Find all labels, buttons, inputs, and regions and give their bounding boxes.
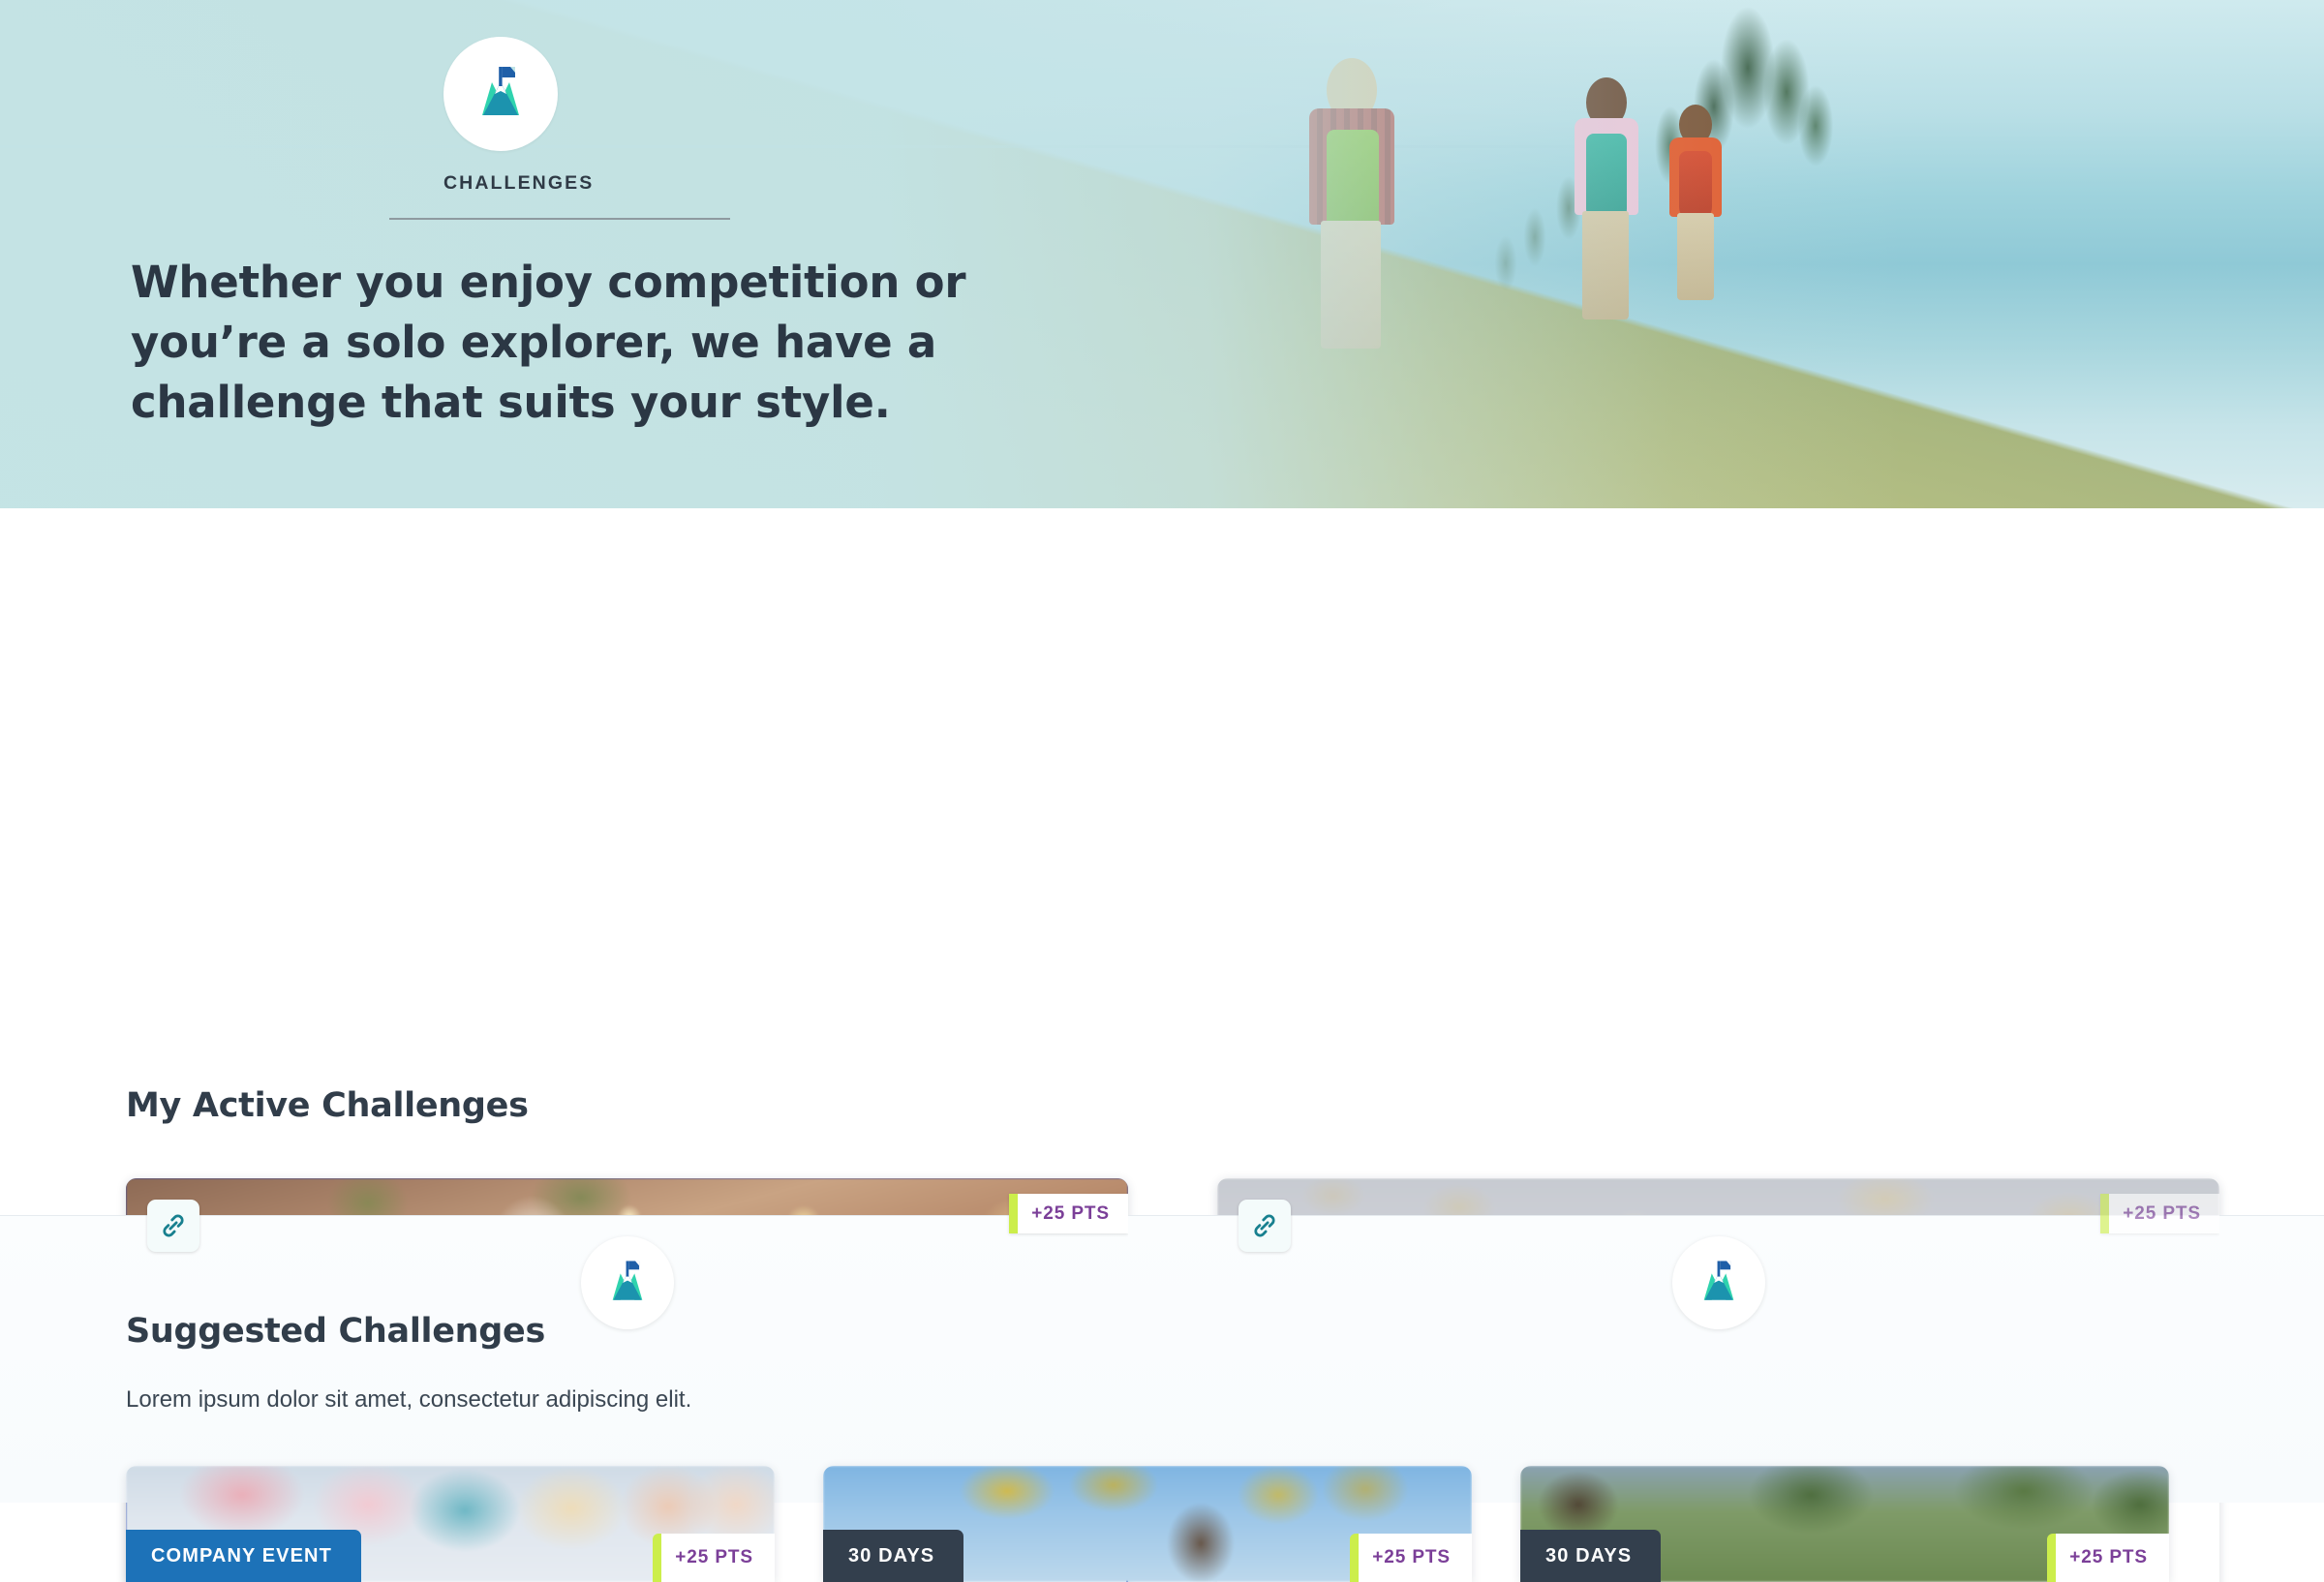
active-challenges-heading: My Active Challenges xyxy=(126,1086,529,1125)
hero-eyebrow-label: CHALLENGES xyxy=(443,172,595,194)
points-badge: +25 PTS xyxy=(1350,1534,1472,1582)
chain-link-icon xyxy=(163,1214,184,1237)
card-avatar xyxy=(1671,1236,1765,1329)
chain-link-icon xyxy=(1254,1214,1275,1237)
points-badge: +25 PTS xyxy=(1009,1194,1128,1233)
card-avatar xyxy=(580,1236,674,1329)
points-badge: +25 PTS xyxy=(2047,1534,2169,1582)
suggested-card[interactable]: 30 DAYS +25 PTS xyxy=(823,1466,1472,1582)
active-challenges-section: My Active Challenges +25 PTS +25 PTS xyxy=(0,508,2324,1582)
challenges-emblem xyxy=(443,37,558,151)
mountain-flag-icon xyxy=(1703,1261,1733,1300)
share-link-button[interactable] xyxy=(147,1200,199,1252)
suggested-card-tag: 30 DAYS xyxy=(823,1530,964,1582)
mountain-flag-icon xyxy=(612,1261,642,1300)
points-badge: +25 PTS xyxy=(2100,1194,2219,1233)
hero-banner: CHALLENGES Whether you enjoy competition… xyxy=(0,0,2324,508)
suggested-card-tag: COMPANY EVENT xyxy=(126,1530,361,1582)
suggested-challenges-subtitle: Lorem ipsum dolor sit amet, consectetur … xyxy=(126,1386,692,1413)
hero-title: Whether you enjoy competition or you’re … xyxy=(131,257,966,429)
points-badge: +25 PTS xyxy=(653,1534,775,1582)
suggested-challenges-section xyxy=(0,1216,2324,1503)
hero-content: CHALLENGES Whether you enjoy competition… xyxy=(0,0,2324,508)
suggested-challenge-cards: COMPANY EVENT +25 PTS 30 DAYS +25 PTS 30… xyxy=(126,1466,2169,1582)
suggested-challenges-heading: Suggested Challenges xyxy=(126,1312,546,1351)
suggested-card[interactable]: 30 DAYS +25 PTS xyxy=(1520,1466,2169,1582)
share-link-button[interactable] xyxy=(1238,1200,1291,1252)
suggested-card-tag: 30 DAYS xyxy=(1520,1530,1662,1582)
hero-divider xyxy=(389,218,730,220)
suggested-card[interactable]: COMPANY EVENT +25 PTS xyxy=(126,1466,775,1582)
mountain-flag-icon xyxy=(482,67,519,115)
